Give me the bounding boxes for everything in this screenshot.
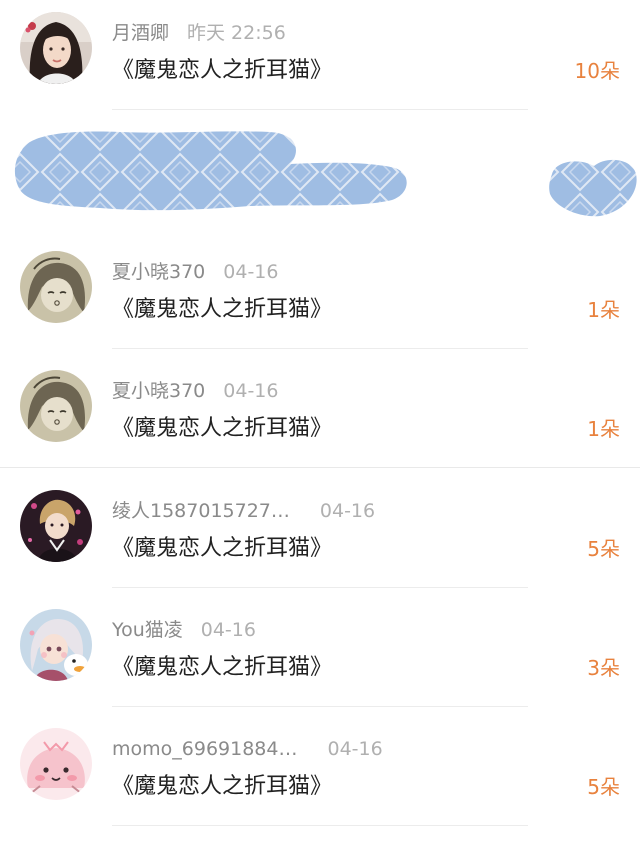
flower-count: 10朵 — [574, 59, 620, 83]
list-item[interactable]: 月酒卿 昨天 22:56 《魔鬼恋人之折耳猫》 10朵 — [0, 0, 640, 119]
flower-count: 5朵 — [587, 537, 620, 561]
timestamp: 04-16 — [223, 261, 279, 283]
timestamp: 04-16 — [200, 619, 256, 641]
flower-count: 5朵 — [587, 775, 620, 799]
item-meta: 绫人1587015727… 04-16 — [112, 498, 375, 524]
avatar-woman-photo-icon — [20, 12, 92, 84]
redaction-scribble — [14, 131, 637, 217]
avatar[interactable] — [20, 370, 92, 442]
item-meta: 夏小晓370 04-16 — [112, 378, 278, 404]
user-name[interactable]: 绫人1587015727… — [112, 500, 290, 522]
item-meta: 月酒卿 昨天 22:56 — [112, 20, 286, 46]
flower-count: 1朵 — [587, 417, 620, 441]
list-item[interactable]: You猫凌 04-16 《魔鬼恋人之折耳猫》 3朵 — [0, 597, 640, 716]
gift-list: 月酒卿 昨天 22:56 《魔鬼恋人之折耳猫》 10朵 夏小晓370 04-16… — [0, 0, 640, 846]
avatar[interactable] — [20, 728, 92, 800]
avatar[interactable] — [20, 490, 92, 562]
avatar-anime-boy-dark-icon — [20, 490, 92, 562]
divider — [112, 109, 528, 110]
avatar[interactable] — [20, 251, 92, 323]
timestamp: 04-16 — [223, 380, 279, 402]
item-title[interactable]: 《魔鬼恋人之折耳猫》 — [112, 412, 332, 446]
redacted-row — [0, 112, 640, 232]
timestamp: 昨天 22:56 — [187, 22, 286, 44]
list-item[interactable]: 夏小晓370 04-16 《魔鬼恋人之折耳猫》 1朵 — [0, 358, 640, 477]
item-meta: You猫凌 04-16 — [112, 617, 256, 643]
item-title[interactable]: 《魔鬼恋人之折耳猫》 — [112, 54, 332, 88]
item-title[interactable]: 《魔鬼恋人之折耳猫》 — [112, 293, 332, 327]
avatar-pink-blob-icon — [20, 728, 92, 800]
divider — [112, 706, 528, 707]
item-title[interactable]: 《魔鬼恋人之折耳猫》 — [112, 532, 332, 566]
timestamp: 04-16 — [319, 500, 376, 522]
item-title[interactable]: 《魔鬼恋人之折耳猫》 — [112, 651, 332, 685]
list-item[interactable]: 绫人1587015727… 04-16 《魔鬼恋人之折耳猫》 5朵 — [0, 478, 640, 597]
user-name[interactable]: You猫凌 — [112, 619, 183, 641]
flower-count: 1朵 — [587, 298, 620, 322]
list-item[interactable]: 夏小晓370 04-16 《魔鬼恋人之折耳猫》 1朵 — [0, 239, 640, 358]
item-meta: momo_69691884… 04-16 — [112, 736, 383, 762]
divider — [112, 348, 528, 349]
divider — [112, 825, 528, 826]
divider — [0, 467, 640, 468]
user-name[interactable]: momo_69691884… — [112, 738, 297, 760]
timestamp: 04-16 — [327, 738, 383, 760]
user-name[interactable]: 月酒卿 — [112, 22, 169, 44]
avatar-anime-sketch-icon — [20, 370, 92, 442]
avatar-anime-sketch-icon — [20, 251, 92, 323]
item-meta: 夏小晓370 04-16 — [112, 259, 278, 285]
divider — [112, 587, 528, 588]
list-item[interactable]: momo_69691884… 04-16 《魔鬼恋人之折耳猫》 5朵 — [0, 716, 640, 835]
item-title[interactable]: 《魔鬼恋人之折耳猫》 — [112, 770, 332, 804]
user-name[interactable]: 夏小晓370 — [112, 261, 205, 283]
avatar[interactable] — [20, 12, 92, 84]
user-name[interactable]: 夏小晓370 — [112, 380, 205, 402]
avatar-anime-girl-duck-icon — [20, 609, 92, 681]
avatar[interactable] — [20, 609, 92, 681]
flower-count: 3朵 — [587, 656, 620, 680]
